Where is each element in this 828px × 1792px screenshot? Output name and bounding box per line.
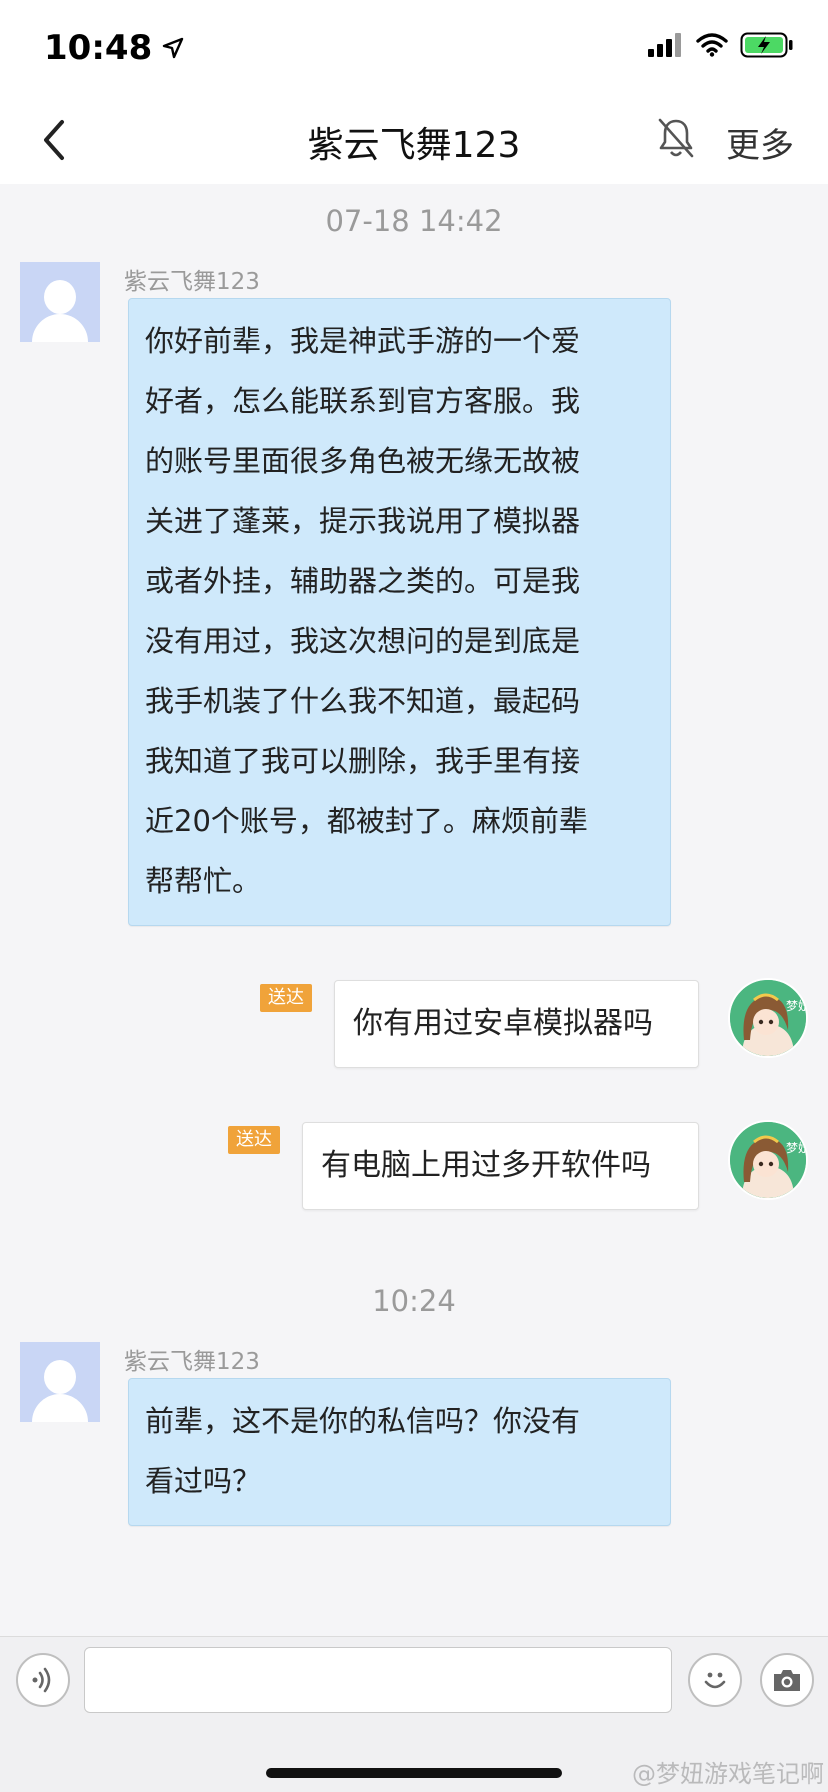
- timestamp: 10:24: [372, 1284, 456, 1318]
- chat-screen: 10:48 紫云飞舞123 更多 07-18 14:42 紫云飞舞123 你好前…: [0, 0, 828, 1792]
- input-bar: [0, 1636, 828, 1721]
- status-time: 10:48: [44, 28, 153, 68]
- conversation-title: 紫云飞舞123: [307, 125, 521, 166]
- voice-button[interactable]: [16, 1653, 70, 1707]
- message-line: 看过吗？: [145, 1464, 262, 1498]
- timestamp: 07-18 14:42: [325, 204, 503, 238]
- avatar[interactable]: [20, 1342, 100, 1422]
- location-arrow-icon: [163, 37, 184, 59]
- message-bubble-outgoing[interactable]: 你有用过安卓模拟器吗: [334, 980, 699, 1068]
- cellular-signal-icon: [648, 33, 681, 57]
- camera-button[interactable]: [760, 1653, 814, 1707]
- sender-name: 紫云飞舞123: [124, 269, 260, 295]
- avatar[interactable]: [20, 262, 100, 342]
- delivered-badge: 送达: [228, 1126, 280, 1154]
- nav-bar: 紫云飞舞123 更多: [0, 96, 828, 184]
- message-line: 好者，怎么能联系到官方客服。我: [145, 384, 581, 418]
- camera-icon: [774, 1670, 800, 1691]
- message-bubble-incoming[interactable]: 你好前辈，我是神武手游的一个爱 好者，怎么能联系到官方客服。我 的账号里面很多角…: [128, 298, 671, 926]
- message-list[interactable]: 07-18 14:42 紫云飞舞123 你好前辈，我是神武手游的一个爱 好者，怎…: [0, 184, 828, 1636]
- avatar-label: 梦妞: [786, 999, 806, 1013]
- message-line: 近20个账号，都被封了。麻烦前辈: [145, 804, 588, 838]
- status-icons: [648, 32, 794, 58]
- wifi-icon: [696, 33, 728, 57]
- status-bar: 10:48: [0, 0, 828, 96]
- delivered-badge: 送达: [260, 984, 312, 1012]
- voice-wave-icon: [32, 1667, 51, 1693]
- smiley-icon: [704, 1672, 726, 1689]
- message-bubble-incoming[interactable]: 前辈，这不是你的私信吗？你没有 看过吗？: [128, 1378, 671, 1526]
- bell-off-icon[interactable]: [656, 116, 696, 160]
- avatar[interactable]: 梦妞: [728, 1120, 808, 1200]
- avatar[interactable]: 梦妞: [728, 978, 808, 1058]
- home-area: @梦妞游戏笔记啊: [0, 1720, 828, 1792]
- watermark: @梦妞游戏笔记啊: [632, 1760, 824, 1788]
- girl-avatar-icon: 梦妞: [730, 1122, 806, 1198]
- battery-charging-icon: [740, 32, 793, 58]
- message-line: 我手机装了什么我不知道，最起码: [145, 684, 581, 718]
- message-bubble-outgoing[interactable]: 有电脑上用过多开软件吗: [302, 1122, 699, 1210]
- message-line: 的账号里面很多角色被无缘无故被: [145, 444, 581, 478]
- avatar-label: 梦妞: [786, 1141, 806, 1155]
- more-button[interactable]: 更多: [726, 118, 794, 167]
- sender-name: 紫云飞舞123: [124, 1349, 260, 1375]
- message-line: 没有用过，我这次想问的是到底是: [145, 624, 581, 658]
- message-line: 我知道了我可以删除，我手里有接: [145, 744, 581, 778]
- home-indicator[interactable]: [266, 1768, 562, 1778]
- message-line: 帮帮忙。: [145, 864, 262, 898]
- message-line: 前辈，这不是你的私信吗？你没有: [145, 1404, 581, 1438]
- message-line: 关进了蓬莱，提示我说用了模拟器: [145, 504, 581, 538]
- message-input[interactable]: [84, 1647, 672, 1713]
- girl-avatar-icon: 梦妞: [730, 980, 806, 1056]
- status-time-group: 10:48: [44, 28, 184, 68]
- message-line: 或者外挂，辅助器之类的。可是我: [145, 564, 581, 598]
- message-line: 你好前辈，我是神武手游的一个爱: [145, 324, 581, 358]
- emoji-button[interactable]: [688, 1653, 742, 1707]
